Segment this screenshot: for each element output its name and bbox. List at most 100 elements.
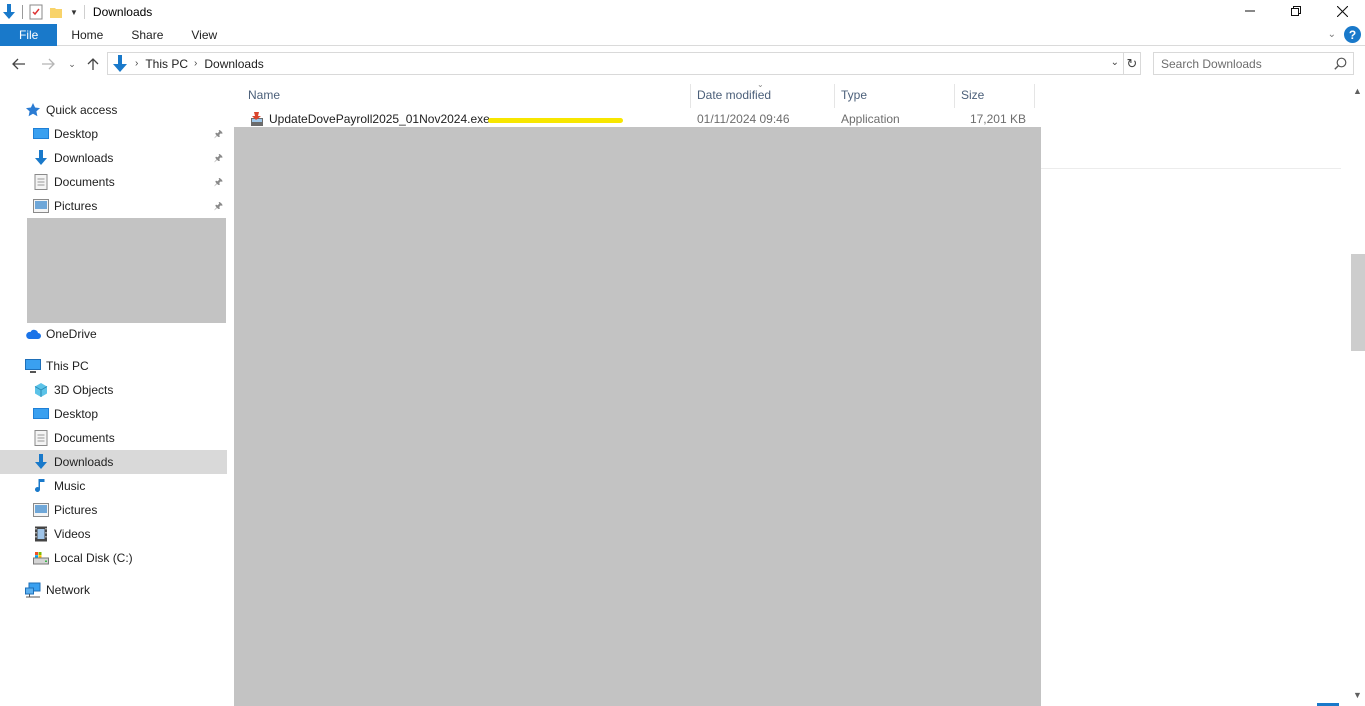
tab-view[interactable]: View [177,24,231,46]
column-header-type[interactable]: Type [834,84,954,106]
nav-label: OneDrive [46,327,97,341]
breadcrumb-chevron-icon[interactable]: › [135,58,138,69]
navigation-pane: Quick access Desktop 🖈 Downloads 🖈 Docum… [0,84,230,706]
scroll-up-icon[interactable]: ▲ [1353,86,1362,96]
search-icon [1334,57,1347,73]
nav-quick-access[interactable]: Quick access [0,98,227,122]
nav-desktop[interactable]: Desktop [0,402,227,426]
breadcrumb-this-pc[interactable]: This PC [145,57,188,71]
desktop-icon [33,406,49,422]
downloads-icon [33,150,49,166]
close-button[interactable] [1319,0,1365,22]
scroll-down-icon[interactable]: ▼ [1353,690,1362,700]
highlight-mark [488,118,623,123]
scrollbar-thumb[interactable] [1351,254,1365,351]
nav-label: Network [46,583,91,597]
customize-toolbar-dropdown-icon[interactable]: ▼ [70,8,78,17]
pin-icon[interactable]: 🖈 [214,199,223,216]
forward-button[interactable] [38,54,58,74]
nav-local-disk[interactable]: Local Disk (C:) [0,546,227,570]
file-row[interactable]: UpdateDovePayroll2025_01Nov2024.exe 01/1… [234,109,1034,129]
breadcrumb-chevron-icon[interactable]: › [194,58,197,69]
nav-label: Pictures [54,199,98,213]
up-button[interactable] [83,54,103,74]
downloads-location-icon [111,54,129,73]
redacted-region [27,218,226,323]
quick-access-toolbar: ▼ Downloads [0,0,152,24]
pin-icon[interactable]: 🖈 [214,175,223,192]
column-header-name[interactable]: Name [241,84,690,106]
help-icon[interactable]: ? [1344,26,1361,43]
documents-icon [33,174,49,190]
nav-downloads[interactable]: Downloads [0,450,227,474]
minimize-button[interactable] [1227,0,1273,22]
nav-label: 3D Objects [54,383,114,397]
file-size: 17,201 KB [969,112,1026,126]
file-date-modified: 01/11/2024 09:46 [697,112,790,126]
computer-icon [25,358,41,374]
tab-share[interactable]: Share [117,24,177,46]
nav-label: Videos [54,527,91,541]
nav-quick-desktop[interactable]: Desktop 🖈 [0,122,227,146]
file-name[interactable]: UpdateDovePayroll2025_01Nov2024.exe [269,112,490,126]
new-folder-icon[interactable] [48,4,64,20]
nav-label: Documents [54,431,115,445]
nav-3d-objects[interactable]: 3D Objects [0,378,227,402]
nav-network[interactable]: Network [0,578,227,602]
toolbar-separator [22,5,23,19]
nav-label: Downloads [54,455,114,469]
downloads-icon [33,454,49,470]
network-icon [25,582,41,598]
nav-music[interactable]: Music [0,474,227,498]
pin-icon[interactable]: 🖈 [214,151,223,168]
title-bar: ▼ Downloads [0,0,1365,24]
downloads-folder-icon [1,4,17,20]
nav-this-pc[interactable]: This PC [0,354,227,378]
star-icon [25,102,41,118]
search-input[interactable] [1161,53,1331,74]
nav-pictures[interactable]: Pictures [0,498,227,522]
recent-locations-dropdown-icon[interactable]: ⌄ [62,54,82,74]
nav-videos[interactable]: Videos [0,522,227,546]
expand-ribbon-icon[interactable]: ⌄ [1328,29,1336,40]
window-title: Downloads [92,5,153,19]
desktop-icon [33,126,49,142]
hard-drive-icon [33,550,49,566]
restore-button[interactable] [1273,0,1319,22]
nav-label: Quick access [46,103,118,117]
nav-quick-pictures[interactable]: Pictures 🖈 [0,194,227,218]
address-bar[interactable]: › This PC › Downloads ⌄ [107,52,1124,75]
nav-label: Local Disk (C:) [54,551,133,565]
back-button[interactable] [9,54,29,74]
music-icon [33,478,49,494]
properties-icon[interactable] [28,4,44,20]
redacted-region [234,127,1041,706]
address-dropdown-icon[interactable]: ⌄ [1111,57,1119,68]
column-divider[interactable] [1034,84,1035,108]
column-header-size[interactable]: Size [954,84,1034,106]
cloud-icon [25,326,41,342]
column-header-date[interactable]: Date modified [690,84,834,106]
nav-label: Pictures [54,503,98,517]
documents-icon [33,430,49,446]
search-box[interactable] [1153,52,1354,75]
vertical-scrollbar[interactable]: ▲ ▼ [1350,84,1365,706]
nav-quick-documents[interactable]: Documents 🖈 [0,170,227,194]
file-type: Application [841,112,900,126]
nav-label: Music [54,479,86,493]
tab-file[interactable]: File [0,23,58,46]
file-list: Name ⌄ Date modified Type Size UpdateDov… [234,80,1350,706]
3d-objects-icon [33,382,49,398]
breadcrumb-downloads[interactable]: Downloads [204,57,263,71]
pin-icon[interactable]: 🖈 [214,127,223,144]
nav-quick-downloads[interactable]: Downloads 🖈 [0,146,227,170]
videos-icon [33,526,49,542]
toolbar-separator [83,5,85,19]
window-controls [1227,0,1365,24]
pictures-icon [33,502,49,518]
refresh-button[interactable]: ↻ [1124,52,1141,75]
tab-home[interactable]: Home [57,24,117,46]
nav-documents[interactable]: Documents [0,426,227,450]
nav-onedrive[interactable]: OneDrive [0,322,227,346]
nav-label: Documents [54,175,115,189]
